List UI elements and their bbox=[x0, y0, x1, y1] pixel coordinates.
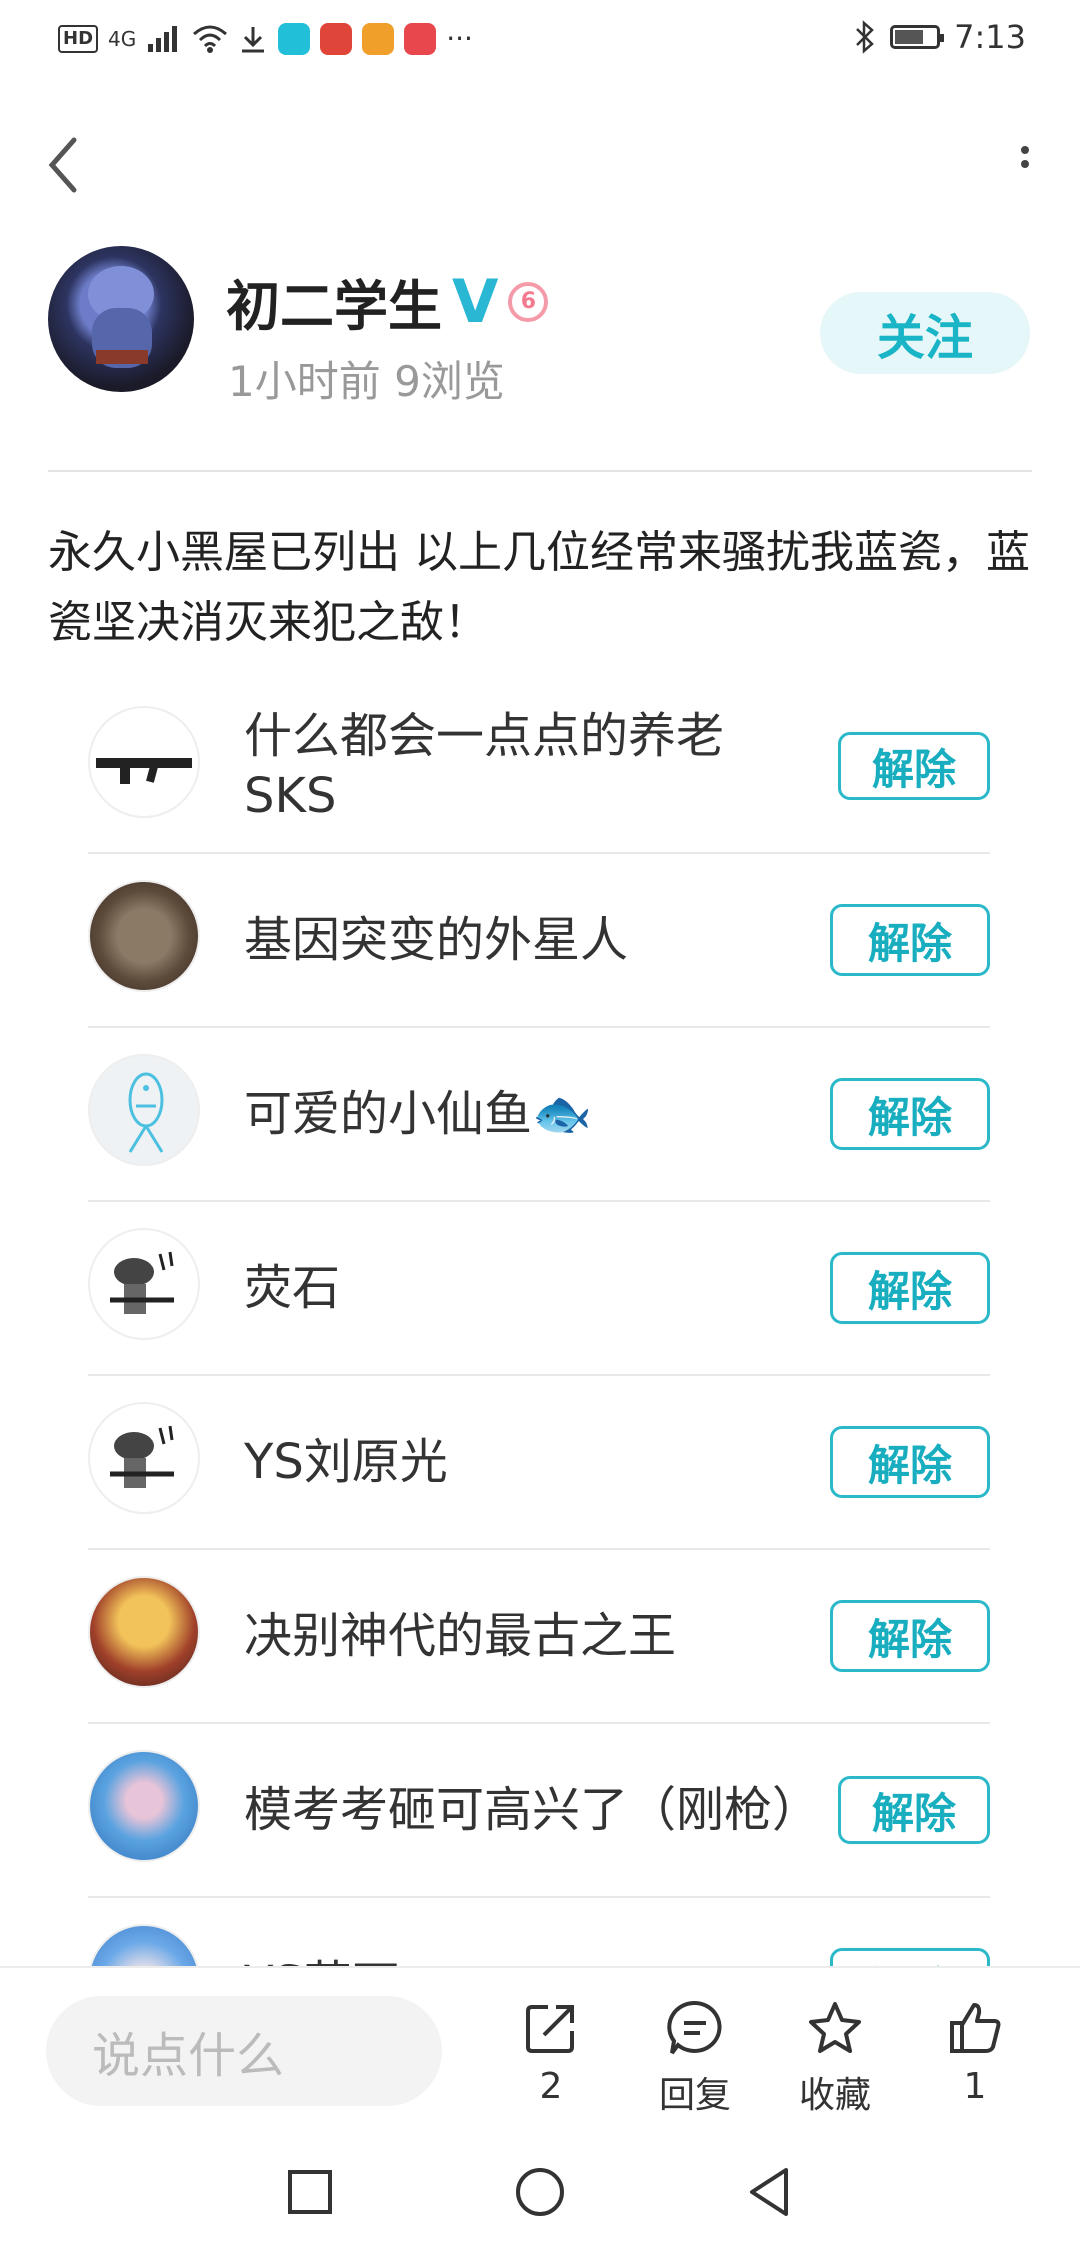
author-name[interactable]: 初二学生 bbox=[226, 262, 442, 341]
post-meta: 1小时前 9浏览 bbox=[228, 357, 505, 406]
level-badge: 6 bbox=[508, 281, 549, 322]
user-name[interactable]: 模考考砸可高兴了（刚枪） bbox=[244, 1780, 820, 1840]
user-avatar[interactable] bbox=[88, 1054, 200, 1166]
thumbs-up-icon bbox=[950, 2003, 1001, 2053]
blocked-user-list: 什么都会一点点的养老SKS 解除 基因突变的外星人 解除 可爱的小仙鱼🐟 解除 … bbox=[88, 680, 990, 2070]
netease-app-icon bbox=[320, 22, 353, 55]
download-icon bbox=[242, 26, 265, 52]
favorite-icon-wrap bbox=[780, 1996, 890, 2060]
wifi-icon bbox=[193, 25, 228, 53]
follow-button[interactable]: 关注 bbox=[820, 292, 1030, 374]
user-avatar[interactable] bbox=[88, 1576, 200, 1688]
user-name[interactable]: 荧石 bbox=[244, 1258, 804, 1318]
soldier-sketch-icon bbox=[110, 1425, 174, 1488]
home-button[interactable] bbox=[510, 2162, 570, 2222]
author-avatar[interactable] bbox=[48, 246, 194, 392]
share-icon bbox=[526, 2005, 574, 2053]
unblock-button[interactable]: 解除 bbox=[838, 732, 990, 800]
star-icon bbox=[809, 2002, 861, 2053]
user-avatar[interactable] bbox=[88, 1750, 200, 1862]
user-name[interactable]: 可爱的小仙鱼🐟 bbox=[244, 1084, 804, 1144]
more-dots-icon bbox=[1021, 146, 1029, 154]
bluetooth-icon bbox=[856, 20, 874, 54]
circle-icon bbox=[516, 2168, 564, 2216]
header-divider bbox=[48, 470, 1032, 472]
list-item: 模考考砸可高兴了（刚枪） 解除 bbox=[88, 1724, 990, 1898]
user-name[interactable]: 基因突变的外星人 bbox=[244, 910, 804, 970]
unblock-button[interactable]: 解除 bbox=[830, 904, 990, 976]
like-count: 1 bbox=[963, 2066, 987, 2107]
unblock-button[interactable]: 解除 bbox=[838, 1776, 990, 1844]
network-type: 4G bbox=[108, 26, 137, 51]
list-item: 可爱的小仙鱼🐟 解除 bbox=[88, 1028, 990, 1202]
more-dot bbox=[1021, 160, 1029, 168]
user-name[interactable]: 什么都会一点点的养老SKS bbox=[244, 706, 804, 826]
comment-input[interactable]: 说点什么 bbox=[46, 1996, 442, 2106]
recent-apps-button[interactable] bbox=[280, 2162, 340, 2222]
signal-icon bbox=[148, 25, 178, 52]
pinduoduo-app-icon bbox=[404, 22, 437, 55]
like-icon-wrap bbox=[920, 1996, 1030, 2060]
soldier-sketch-icon bbox=[110, 1251, 174, 1314]
fish-drawing-icon bbox=[128, 1072, 164, 1153]
user-avatar[interactable] bbox=[88, 1228, 200, 1340]
list-item: 决别神代的最古之王 解除 bbox=[88, 1550, 990, 1724]
list-item: YS刘原光 解除 bbox=[88, 1376, 990, 1550]
more-options-button[interactable] bbox=[1010, 140, 1040, 190]
unblock-button[interactable]: 解除 bbox=[830, 1078, 990, 1150]
status-bar: HD 4G ··· 7:13 bbox=[0, 0, 1080, 80]
comment-icon bbox=[667, 2000, 722, 2055]
status-left: HD 4G ··· bbox=[58, 22, 473, 55]
battery-icon bbox=[890, 25, 945, 49]
post-body: 永久小黑屋已列出 以上几位经常来骚扰我蓝瓷，蓝瓷坚决消灭来犯之敌！ bbox=[48, 527, 1030, 648]
rifle-shape bbox=[96, 758, 192, 768]
share-button[interactable]: 2 bbox=[496, 1996, 606, 2107]
share-icon-wrap bbox=[496, 1996, 606, 2060]
author-name-row: 初二学生 V 6 bbox=[226, 262, 549, 341]
reply-label: 回复 bbox=[658, 2075, 731, 2116]
favorite-button[interactable]: 收藏 bbox=[780, 1996, 890, 2118]
hd-indicator: HD bbox=[58, 24, 99, 53]
reply-button[interactable]: 回复 bbox=[640, 1996, 750, 2118]
favorite-label: 收藏 bbox=[798, 2075, 871, 2116]
sogou-app-icon bbox=[362, 22, 395, 55]
list-item: 什么都会一点点的养老SKS 解除 bbox=[88, 680, 990, 854]
unblock-button[interactable]: 解除 bbox=[830, 1252, 990, 1324]
user-avatar[interactable] bbox=[88, 880, 200, 992]
user-name[interactable]: 决别神代的最古之王 bbox=[244, 1606, 804, 1666]
unblock-button[interactable]: 解除 bbox=[830, 1600, 990, 1672]
system-back-button[interactable] bbox=[740, 2162, 800, 2222]
square-icon bbox=[288, 2170, 332, 2214]
user-name[interactable]: YS刘原光 bbox=[244, 1432, 804, 1492]
chevron-left-icon bbox=[48, 137, 77, 193]
unblock-button[interactable]: 解除 bbox=[830, 1426, 990, 1498]
verified-badge-icon: V bbox=[452, 266, 499, 337]
rifle-grip bbox=[120, 766, 130, 784]
reply-icon-wrap bbox=[640, 1996, 750, 2060]
back-button[interactable] bbox=[40, 132, 90, 198]
share-count: 2 bbox=[539, 2066, 563, 2107]
more-notifications: ··· bbox=[446, 22, 473, 55]
user-avatar[interactable] bbox=[88, 706, 200, 818]
list-item: 基因突变的外星人 解除 bbox=[88, 854, 990, 1028]
system-nav-bar bbox=[0, 2130, 1080, 2244]
user-avatar[interactable] bbox=[88, 1402, 200, 1514]
clock: 7:13 bbox=[954, 18, 1026, 56]
triangle-back-icon bbox=[750, 2168, 788, 2216]
avatar-figure-belt bbox=[96, 350, 148, 364]
like-button[interactable]: 1 bbox=[920, 1996, 1030, 2107]
taptap-app-icon bbox=[278, 22, 311, 55]
status-right: 7:13 bbox=[854, 18, 1026, 56]
list-item: 荧石 解除 bbox=[88, 1202, 990, 1376]
bottom-action-bar: 说点什么 2 回复 收藏 1 bbox=[0, 1966, 1080, 2132]
